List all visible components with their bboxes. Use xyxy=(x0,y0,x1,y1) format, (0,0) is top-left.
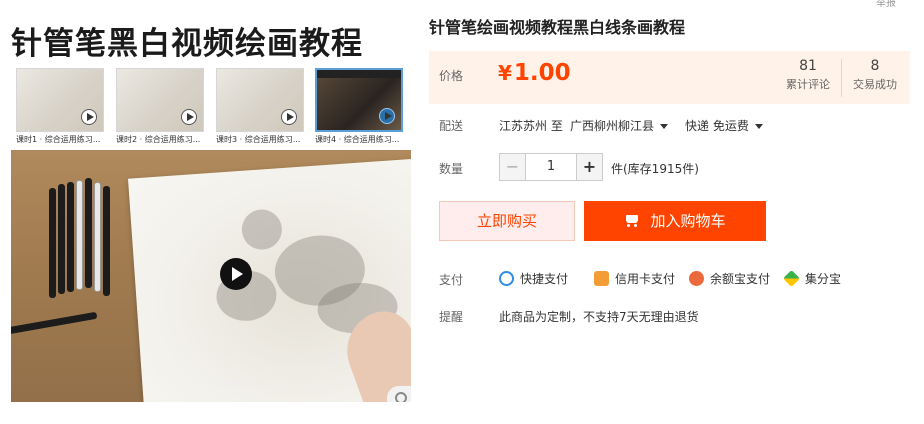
ship-method-value: 快递 免运费 xyxy=(685,119,749,133)
thumbnail-4[interactable]: 课时4 · 综合运用练习... xyxy=(315,68,403,148)
decrease-button[interactable]: − xyxy=(500,154,526,180)
payment-method-label: 集分宝 xyxy=(805,272,842,286)
increase-button[interactable]: + xyxy=(576,154,602,180)
review-stat[interactable]: 81 累计评论 xyxy=(775,58,841,92)
payment-jfb[interactable]: 集分宝 xyxy=(783,270,842,287)
report-link[interactable]: 举报 xyxy=(876,0,896,9)
add-to-cart-label: 加入购物车 xyxy=(650,212,726,230)
thumbnail-strip: 课时1 · 综合运用练习... 课时2 · 综合运用练习... 课时3 · 综合… xyxy=(16,68,411,148)
deal-label: 交易成功 xyxy=(853,78,897,91)
pens-illustration xyxy=(11,178,129,338)
quick-pay-icon xyxy=(499,271,514,286)
buy-now-button[interactable]: 立即购买 xyxy=(439,201,575,241)
ship-to-select[interactable]: 广西柳州柳江县 xyxy=(570,117,669,134)
chevron-down-icon xyxy=(754,124,763,129)
video-caption: 长线条 xyxy=(222,379,250,389)
thumbnail-3[interactable]: 课时3 · 综合运用练习... xyxy=(216,68,304,148)
reminder-text: 此商品为定制，不支持7天无理由退货 xyxy=(499,310,699,324)
reminder-label: 提醒 xyxy=(439,310,464,324)
payment-credit[interactable]: 信用卡支付 xyxy=(594,270,675,287)
product-title: 针管笔绘画视频教程黑白线条画教程 xyxy=(429,18,686,37)
thumbnail-caption: 课时3 · 综合运用练习... xyxy=(216,135,301,144)
add-to-cart-button[interactable]: 加入购物车 xyxy=(584,201,766,241)
shipping-label: 配送 xyxy=(439,119,464,133)
play-icon xyxy=(281,109,297,125)
ship-to-value: 广西柳州柳江县 xyxy=(570,119,655,133)
payment-quick[interactable]: 快捷支付 xyxy=(499,270,568,287)
deal-count: 8 xyxy=(870,58,880,74)
thumbnail-caption: 课时2 · 综合运用练习... xyxy=(116,135,201,144)
zoom-icon[interactable] xyxy=(387,386,411,402)
currency-symbol: ¥ xyxy=(498,61,512,85)
payment-method-label: 信用卡支付 xyxy=(615,272,676,286)
thumbnail-caption: 课时1 · 综合运用练习... xyxy=(16,135,101,144)
money-bag-icon xyxy=(689,271,704,286)
quantity-label: 数量 xyxy=(439,162,464,176)
main-product-image[interactable]: 长线条 xyxy=(11,150,411,402)
price-amount: 1.00 xyxy=(513,60,571,86)
payment-method-label: 快捷支付 xyxy=(520,272,569,286)
video-play-icon[interactable] xyxy=(220,258,252,290)
review-label: 累计评论 xyxy=(786,78,830,91)
review-count: 81 xyxy=(799,58,817,74)
price-panel: 价格 ¥1.00 81 累计评论 8 交易成功 xyxy=(429,51,910,104)
payment-yeb[interactable]: 余额宝支付 xyxy=(689,270,770,287)
payment-label: 支付 xyxy=(439,273,464,287)
thumbnail-caption: 课时4 · 综合运用练习... xyxy=(315,135,400,144)
quantity-stepper: − 1 + xyxy=(499,153,603,181)
payment-method-label: 余额宝支付 xyxy=(710,272,771,286)
thumbnail-1[interactable]: 课时1 · 综合运用练习... xyxy=(16,68,104,148)
chevron-down-icon xyxy=(660,124,669,129)
quantity-input[interactable]: 1 xyxy=(526,154,576,180)
play-icon xyxy=(379,108,395,124)
price-label: 价格 xyxy=(439,69,464,83)
ship-method-select[interactable]: 快递 免运费 xyxy=(685,117,763,134)
play-icon xyxy=(181,109,197,125)
ship-from: 江苏苏州 至 xyxy=(499,119,563,133)
banner-title: 针管笔黑白视频绘画教程 xyxy=(11,26,363,62)
play-icon xyxy=(81,109,97,125)
price-value: ¥1.00 xyxy=(498,60,571,86)
jifenbao-icon xyxy=(783,270,800,287)
thumbnail-2[interactable]: 课时2 · 综合运用练习... xyxy=(116,68,204,148)
credit-card-icon xyxy=(594,271,609,286)
stock-text: 件(库存1915件) xyxy=(611,162,699,176)
deal-stat: 8 交易成功 xyxy=(842,58,908,92)
cart-icon xyxy=(624,215,640,227)
